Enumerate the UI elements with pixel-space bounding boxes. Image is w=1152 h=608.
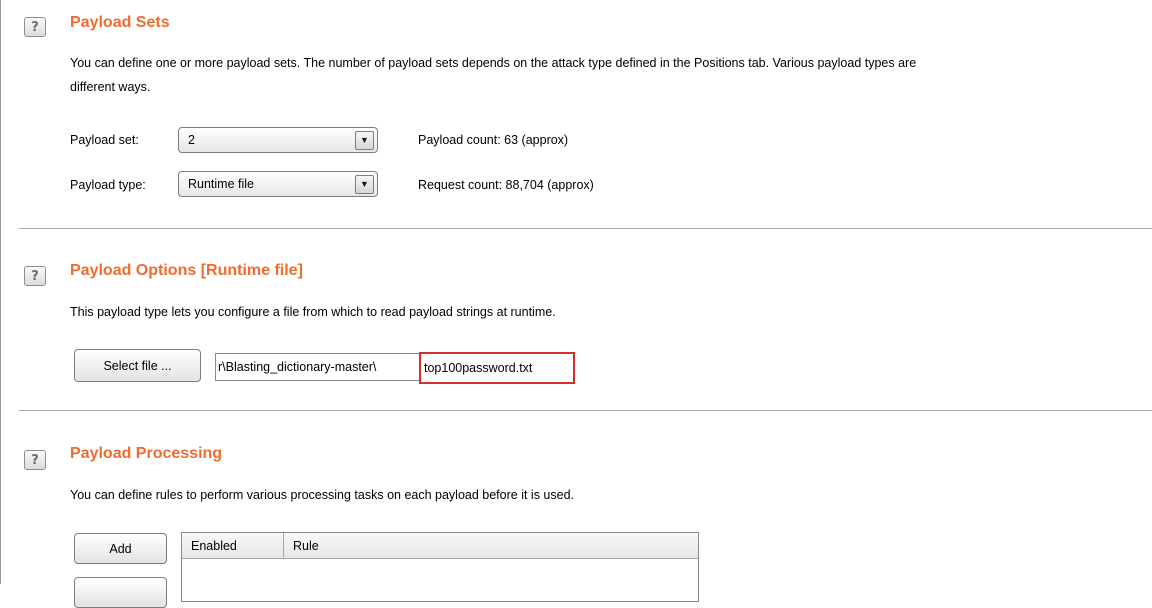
- add-rule-label: Add: [109, 541, 132, 556]
- section-divider: [19, 410, 1152, 411]
- payload-type-value: Runtime file: [188, 177, 254, 191]
- payload-set-label: Payload set:: [70, 133, 139, 147]
- payload-set-dropdown[interactable]: 2 ▼: [178, 127, 378, 153]
- file-path-prefix: r\Blasting_dictionary-master\: [218, 360, 377, 374]
- secondary-rule-button[interactable]: [74, 577, 167, 608]
- file-name-highlight: top100password.txt: [419, 352, 575, 384]
- help-icon[interactable]: ?: [24, 450, 46, 470]
- select-file-label: Select file ...: [103, 358, 172, 373]
- payload-processing-description: You can define rules to perform various …: [70, 488, 574, 502]
- payload-options-description: This payload type lets you configure a f…: [70, 305, 556, 319]
- payload-type-label: Payload type:: [70, 178, 146, 192]
- column-header-rule[interactable]: Rule: [283, 533, 698, 558]
- table-header: Enabled Rule: [182, 533, 698, 559]
- help-icon[interactable]: ?: [24, 266, 46, 286]
- section-title-payload-options: Payload Options [Runtime file]: [70, 262, 303, 279]
- add-rule-button[interactable]: Add: [74, 533, 167, 564]
- payload-count: Payload count: 63 (approx): [418, 133, 569, 147]
- file-path-filename: top100password.txt: [424, 361, 533, 375]
- processing-rules-table[interactable]: Enabled Rule: [181, 532, 699, 602]
- help-icon[interactable]: ?: [24, 17, 46, 37]
- payload-type-dropdown[interactable]: Runtime file ▼: [178, 171, 378, 197]
- chevron-down-icon[interactable]: ▼: [355, 130, 374, 150]
- chevron-down-icon[interactable]: ▼: [355, 174, 374, 194]
- payload-set-value: 2: [188, 133, 195, 147]
- payload-sets-description: You can define one or more payload sets.…: [70, 56, 917, 70]
- section-divider: [19, 228, 1152, 229]
- payload-sets-description-cont: different ways.: [70, 80, 151, 94]
- section-title-payload-sets: Payload Sets: [70, 14, 170, 31]
- request-count: Request count: 88,704 (approx): [418, 178, 594, 192]
- select-file-button[interactable]: Select file ...: [74, 349, 201, 382]
- column-header-enabled[interactable]: Enabled: [182, 533, 283, 558]
- section-title-payload-processing: Payload Processing: [70, 445, 223, 462]
